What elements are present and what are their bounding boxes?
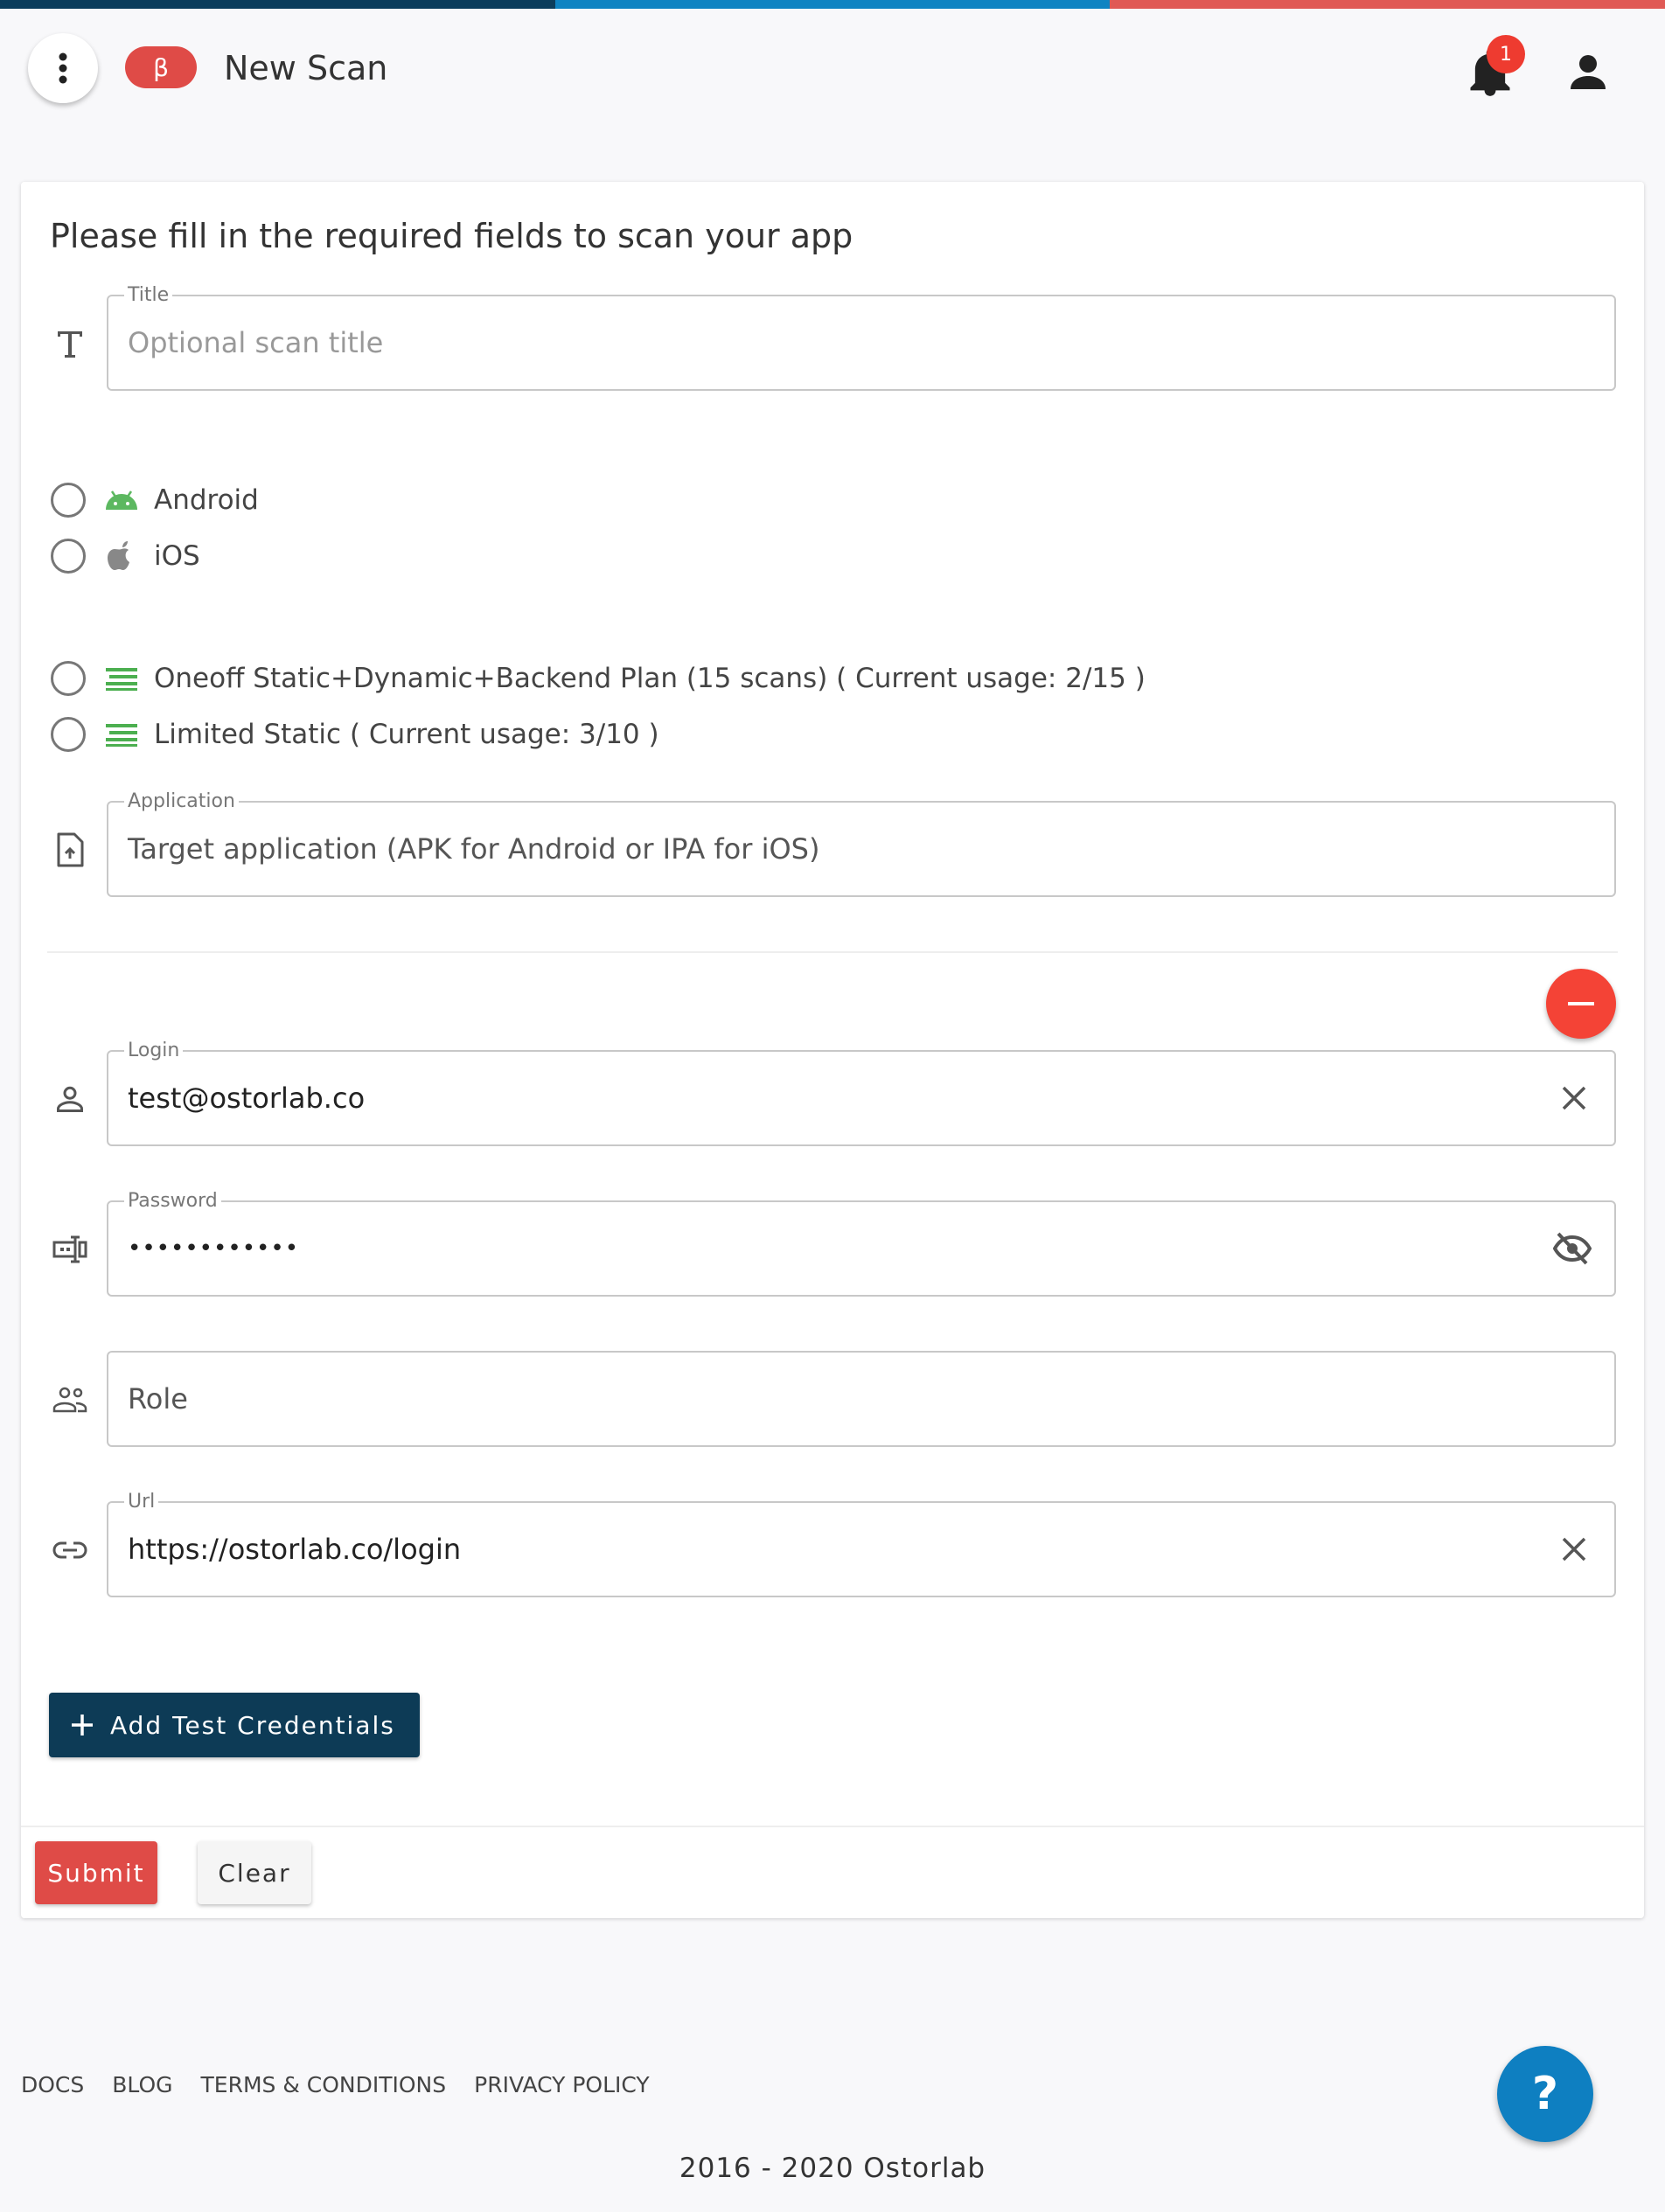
new-scan-form-card: Please fill in the required fields to sc… — [21, 182, 1644, 1918]
add-test-credentials-label: Add Test Credentials — [110, 1710, 395, 1740]
visibility-off-icon[interactable] — [1553, 1231, 1592, 1266]
form-heading: Please fill in the required fields to sc… — [50, 217, 853, 255]
section-divider — [47, 951, 1618, 953]
upload-file-icon — [51, 831, 89, 869]
clear-button[interactable]: Clear — [198, 1841, 311, 1904]
top-bar-red-segment — [1110, 0, 1665, 9]
password-icon — [51, 1230, 89, 1269]
platform-label-android: Android — [154, 484, 259, 516]
url-input[interactable]: https://ostorlab.co/login — [128, 1503, 461, 1596]
clear-icon[interactable] — [1557, 1532, 1592, 1567]
platform-option-ios[interactable]: iOS — [51, 535, 200, 577]
add-test-credentials-button[interactable]: Add Test Credentials — [49, 1693, 420, 1757]
footer-links: DOCS BLOG TERMS & CONDITIONS PRIVACY POL… — [21, 2072, 650, 2097]
title-field[interactable]: Title Optional scan title — [107, 284, 1616, 391]
more-vert-icon — [59, 52, 67, 84]
plan-option-limited-static[interactable]: Limited Static ( Current usage: 3/10 ) — [51, 713, 659, 755]
apple-icon — [103, 538, 140, 574]
application-field[interactable]: Application Target application (APK for … — [107, 790, 1616, 897]
notification-count-badge: 1 — [1487, 35, 1525, 73]
title-input[interactable]: Optional scan title — [128, 296, 383, 389]
top-bar-blue-segment — [554, 0, 1111, 9]
url-field[interactable]: Url https://ostorlab.co/login — [107, 1491, 1616, 1597]
plan-icon — [103, 660, 140, 697]
copyright-text: 2016 - 2020 Ostorlab — [679, 2153, 986, 2184]
menu-button[interactable] — [28, 33, 98, 103]
plan-icon — [103, 716, 140, 753]
radio-button[interactable] — [51, 483, 86, 518]
footer-link-privacy[interactable]: PRIVACY POLICY — [474, 2072, 650, 2097]
android-icon — [103, 482, 140, 518]
link-icon — [51, 1531, 89, 1569]
plus-icon — [72, 1715, 93, 1736]
login-input[interactable]: test@ostorlab.co — [128, 1052, 365, 1144]
minus-icon — [1568, 1002, 1594, 1005]
person-icon — [51, 1080, 89, 1118]
role-input[interactable]: Role — [128, 1353, 188, 1445]
submit-button[interactable]: Submit — [35, 1841, 157, 1904]
top-bar-navy-segment — [0, 0, 555, 9]
footer-link-blog[interactable]: BLOG — [112, 2072, 172, 2097]
plan-option-oneoff[interactable]: Oneoff Static+Dynamic+Backend Plan (15 s… — [51, 657, 1146, 699]
help-button[interactable]: ? — [1497, 2046, 1593, 2142]
clear-icon[interactable] — [1557, 1081, 1592, 1116]
radio-button[interactable] — [51, 661, 86, 696]
application-file-input[interactable]: Target application (APK for Android or I… — [128, 803, 819, 895]
platform-label-ios: iOS — [154, 540, 200, 572]
radio-button[interactable] — [51, 539, 86, 574]
radio-button[interactable] — [51, 717, 86, 752]
top-color-bar — [0, 0, 1665, 9]
page-title: New Scan — [224, 49, 388, 87]
app-header: β New Scan 1 — [0, 9, 1665, 122]
plan-label-oneoff: Oneoff Static+Dynamic+Backend Plan (15 s… — [154, 663, 1146, 694]
people-icon — [51, 1381, 89, 1419]
platform-option-android[interactable]: Android — [51, 479, 259, 521]
beta-badge: β — [125, 46, 197, 88]
remove-credentials-button[interactable] — [1546, 969, 1616, 1039]
password-field[interactable]: Password •••••••••••• — [107, 1190, 1616, 1297]
login-field[interactable]: Login test@ostorlab.co — [107, 1040, 1616, 1146]
plan-label-limited-static: Limited Static ( Current usage: 3/10 ) — [154, 719, 659, 750]
role-field[interactable]: Role — [107, 1351, 1616, 1447]
footer-link-terms[interactable]: TERMS & CONDITIONS — [201, 2072, 447, 2097]
account-icon[interactable] — [1567, 51, 1609, 93]
text-icon — [51, 324, 89, 363]
card-actions-divider — [21, 1826, 1644, 1827]
footer-link-docs[interactable]: DOCS — [21, 2072, 84, 2097]
password-input[interactable]: •••••••••••• — [128, 1202, 299, 1295]
